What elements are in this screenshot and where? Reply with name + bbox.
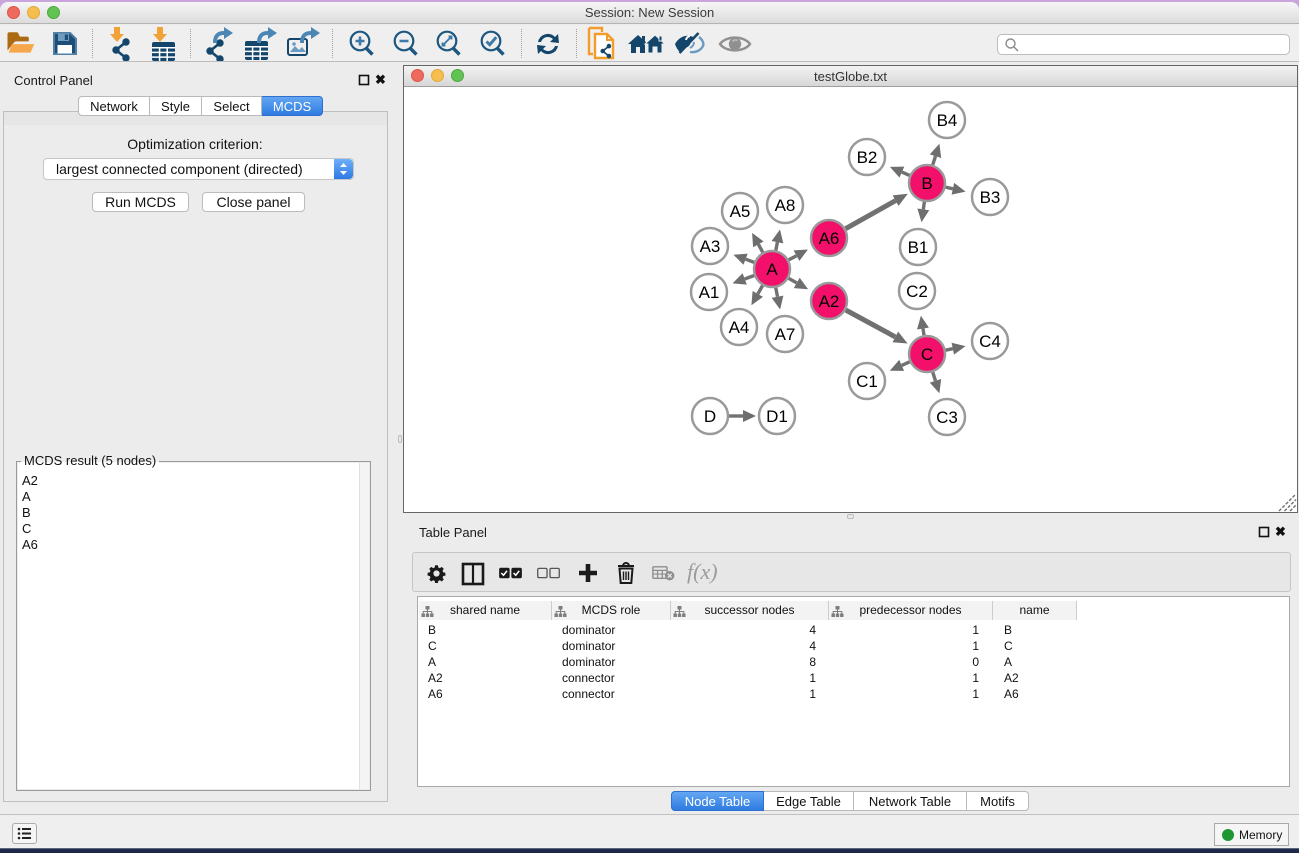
svg-text:C1: C1: [856, 372, 878, 391]
svg-text:A4: A4: [729, 318, 750, 337]
svg-text:A: A: [766, 260, 778, 279]
svg-text:A5: A5: [730, 202, 751, 221]
svg-text:B3: B3: [980, 188, 1001, 207]
svg-text:A3: A3: [700, 237, 721, 256]
svg-text:B1: B1: [908, 238, 929, 257]
svg-text:C: C: [921, 345, 933, 364]
svg-text:D: D: [704, 407, 716, 426]
svg-text:A7: A7: [775, 325, 796, 344]
svg-text:A8: A8: [775, 196, 796, 215]
svg-text:B2: B2: [857, 148, 878, 167]
svg-text:B4: B4: [937, 111, 958, 130]
svg-text:C4: C4: [979, 332, 1001, 351]
svg-text:C3: C3: [936, 408, 958, 427]
svg-text:A2: A2: [819, 292, 840, 311]
svg-text:B: B: [921, 174, 932, 193]
svg-text:C2: C2: [906, 282, 928, 301]
svg-text:D1: D1: [766, 407, 788, 426]
svg-text:A6: A6: [819, 229, 840, 248]
svg-text:A1: A1: [699, 283, 720, 302]
